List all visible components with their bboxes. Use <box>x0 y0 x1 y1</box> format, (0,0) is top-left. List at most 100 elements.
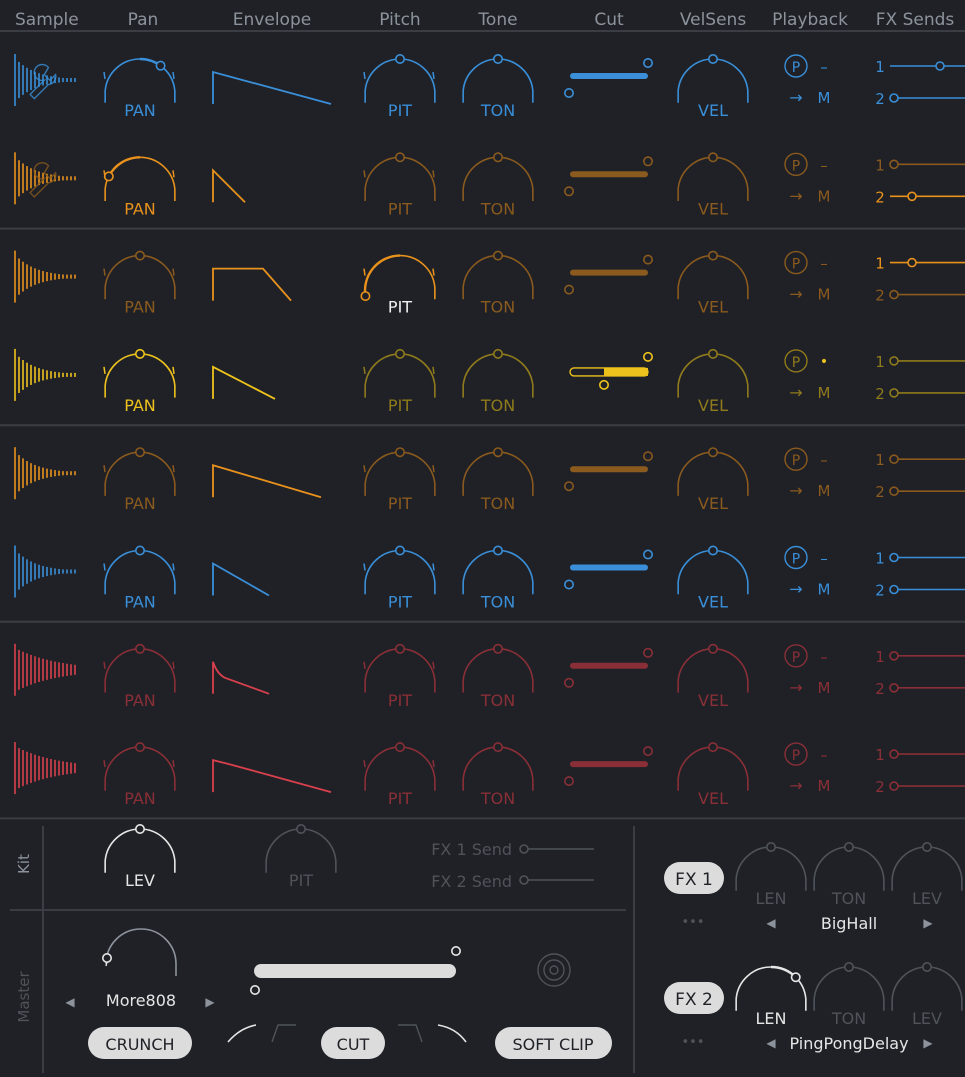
send-1-handle[interactable] <box>907 257 917 268</box>
send-1-handle[interactable] <box>935 61 945 71</box>
highpass-curve-icon[interactable] <box>227 1024 257 1043</box>
cut-slider[interactable] <box>563 254 653 295</box>
pitch-knob-handle[interactable] <box>394 348 405 359</box>
pitch-knob-handle[interactable] <box>394 643 405 654</box>
velsens-knob[interactable]: VEL <box>677 348 749 415</box>
highpass-step-icon[interactable] <box>271 1024 296 1043</box>
kit-level-knob[interactable]: LEV <box>104 823 176 890</box>
velsens-knob-handle[interactable] <box>707 348 718 359</box>
tone-knob-handle[interactable] <box>492 152 503 163</box>
velsens-knob[interactable]: VEL <box>677 447 749 513</box>
tone-knob-handle[interactable] <box>492 643 503 654</box>
envelope-graph[interactable] <box>212 365 276 400</box>
fx1-more-button[interactable]: ••• <box>681 915 704 930</box>
kit-pitch-knob-handle[interactable] <box>295 823 306 834</box>
pitch-knob-handle[interactable] <box>394 53 405 64</box>
tone-knob-handle[interactable] <box>492 447 503 458</box>
tone-knob[interactable]: TON <box>462 348 534 415</box>
fx1-tone-knob-handle[interactable] <box>843 841 854 852</box>
velsens-knob-handle[interactable] <box>707 545 718 556</box>
send-2-handle[interactable] <box>889 682 899 693</box>
tone-knob[interactable]: TON <box>462 545 534 612</box>
master-preset-prev-button[interactable]: ◀ <box>65 995 75 1009</box>
fx1-level-knob-handle[interactable] <box>921 841 932 852</box>
fx1-preset-prev-button[interactable]: ◀ <box>766 916 776 930</box>
envelope-graph[interactable] <box>212 267 292 302</box>
sample-waveform[interactable] <box>14 250 76 303</box>
sample-waveform[interactable] <box>14 54 76 106</box>
send-2-handle[interactable] <box>889 781 899 791</box>
velsens-knob-handle[interactable] <box>707 152 718 163</box>
lowpass-curve-icon[interactable] <box>437 1024 467 1043</box>
cut-low-handle[interactable] <box>563 186 574 197</box>
pitch-knob-handle[interactable] <box>360 291 371 302</box>
pitch-knob[interactable]: PIT <box>363 53 436 120</box>
playback-controls[interactable]: P –→ M <box>784 545 830 599</box>
send-2-handle[interactable] <box>889 486 899 497</box>
pitch-knob[interactable]: PIT <box>363 742 436 808</box>
fx2-preset-next-button[interactable]: ▶ <box>923 1036 933 1050</box>
cut-slider[interactable] <box>563 647 653 688</box>
velsens-knob-handle[interactable] <box>707 53 718 64</box>
velsens-knob-handle[interactable] <box>707 643 718 654</box>
pan-knob-handle[interactable] <box>135 250 146 261</box>
pan-knob[interactable]: PAN <box>103 545 176 612</box>
envelope-graph[interactable] <box>212 168 246 203</box>
master-volume-handle[interactable] <box>102 952 113 963</box>
fx2-level-knob-handle[interactable] <box>921 961 932 972</box>
send-1-handle[interactable] <box>889 552 899 563</box>
cut-low-handle[interactable] <box>563 481 574 492</box>
cut-high-handle[interactable] <box>642 451 653 462</box>
cut-slider[interactable] <box>563 451 653 492</box>
fx1-level-knob[interactable]: LEV <box>891 841 963 908</box>
fx2-length-knob-handle[interactable] <box>790 972 801 983</box>
tone-knob[interactable]: TON <box>462 742 534 808</box>
sample-waveform[interactable] <box>14 643 76 696</box>
cut-low-handle[interactable] <box>563 88 574 99</box>
cut-slider[interactable] <box>569 351 653 390</box>
pan-knob-handle[interactable] <box>103 171 114 182</box>
fx2-tone-knob-handle[interactable] <box>843 961 854 972</box>
sample-waveform[interactable] <box>14 447 76 500</box>
master-filter-range[interactable] <box>254 964 456 978</box>
cut-high-handle[interactable] <box>642 549 653 560</box>
velsens-knob[interactable]: VEL <box>677 152 749 218</box>
tone-knob-handle[interactable] <box>492 250 503 261</box>
fx-sends[interactable]: 12 <box>875 550 965 600</box>
send-1-handle[interactable] <box>889 749 899 759</box>
fx-sends[interactable]: 12 <box>875 648 965 698</box>
send-2-handle[interactable] <box>907 191 917 202</box>
cut-low-handle[interactable] <box>563 284 574 295</box>
velsens-knob-handle[interactable] <box>707 447 718 458</box>
cut-low-handle[interactable] <box>563 776 574 787</box>
fx1-length-knob[interactable]: LEN <box>735 841 807 908</box>
send-1-handle[interactable] <box>889 454 899 465</box>
tone-knob[interactable]: TON <box>462 152 534 218</box>
cut-low-handle[interactable] <box>563 579 574 590</box>
send-1-handle[interactable] <box>889 650 899 661</box>
pitch-knob-handle[interactable] <box>394 742 405 753</box>
fx2-preset-prev-button[interactable]: ◀ <box>766 1036 776 1050</box>
master-volume-knob[interactable] <box>102 928 177 976</box>
sample-waveform[interactable] <box>14 348 76 401</box>
velsens-knob[interactable]: VEL <box>677 53 749 120</box>
cut-high-handle[interactable] <box>642 746 653 757</box>
kit-pitch-knob[interactable]: PIT <box>265 823 337 890</box>
cut-low-handle[interactable] <box>598 379 609 390</box>
velsens-knob[interactable]: VEL <box>677 742 749 808</box>
send-2-handle[interactable] <box>889 584 899 595</box>
cut-low-handle[interactable] <box>563 677 574 688</box>
tone-knob-handle[interactable] <box>492 742 503 753</box>
master-filter-low-handle[interactable] <box>250 984 261 995</box>
cut-high-handle[interactable] <box>642 351 653 362</box>
velsens-knob-handle[interactable] <box>707 250 718 261</box>
pitch-knob-handle[interactable] <box>394 545 405 556</box>
target-icon[interactable] <box>537 953 571 987</box>
tone-knob-handle[interactable] <box>492 53 503 64</box>
pitch-knob[interactable]: PIT <box>363 348 436 415</box>
fx-sends[interactable]: 12 <box>875 746 965 796</box>
send-2-handle[interactable] <box>889 93 899 103</box>
envelope-graph[interactable] <box>212 463 322 499</box>
cut-high-handle[interactable] <box>642 254 653 265</box>
sample-waveform[interactable] <box>14 742 76 795</box>
